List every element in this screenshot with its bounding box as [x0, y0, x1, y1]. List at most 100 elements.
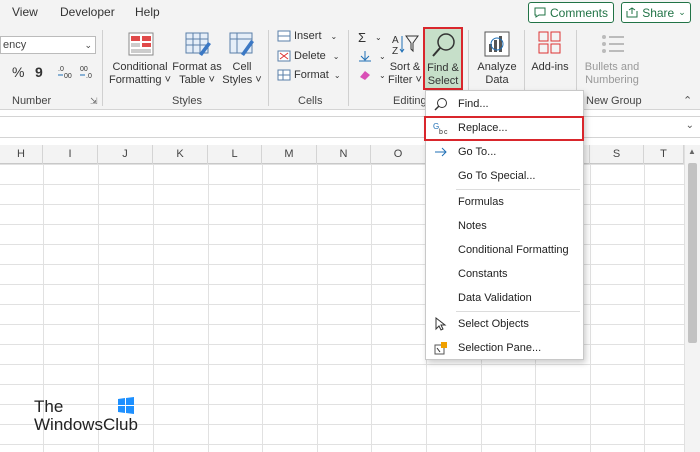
replace-highlight-box: [424, 116, 584, 141]
svg-text:A: A: [392, 35, 399, 46]
menu-item-label: Go To Special...: [458, 170, 536, 182]
bullets-line1: Bullets and: [584, 61, 640, 73]
column-header[interactable]: I: [43, 145, 98, 164]
scroll-thumb[interactable]: [688, 163, 697, 343]
magnifier-icon: [432, 33, 455, 57]
cell-styles-button[interactable]: Cell Styles ˅: [222, 61, 262, 87]
tab-view[interactable]: View: [12, 5, 38, 19]
fill-down-icon: [359, 51, 371, 62]
scroll-up-icon[interactable]: ▲: [688, 147, 696, 156]
chevron-down-icon[interactable]: ⌄: [686, 120, 694, 131]
cell-styles-line2: Styles ˅: [222, 74, 262, 86]
windows-logo-icon: [118, 397, 134, 414]
add-ins-button[interactable]: Add-ins: [528, 61, 572, 74]
column-header[interactable]: S: [590, 145, 644, 164]
cell-styles-line1: Cell: [232, 61, 252, 73]
chevron-down-icon: ⌄: [379, 51, 386, 61]
svg-text:00: 00: [64, 73, 72, 79]
grid-line: [153, 164, 154, 452]
analyze-line1: Analyze: [477, 61, 517, 73]
grid-line: [590, 164, 591, 452]
ribbon-tab-bar: View Developer Help Comments Share ⌄: [0, 0, 700, 26]
menu-item-find[interactable]: Find...: [426, 93, 583, 115]
menu-item-select-objects[interactable]: Select Objects: [426, 313, 583, 335]
dialog-launcher-icon[interactable]: ⇲: [90, 96, 98, 107]
decrease-decimal-button[interactable]: 00.0: [80, 63, 96, 79]
selection-pane-icon: [434, 342, 447, 355]
add-ins-icon: [537, 30, 563, 59]
insert-label: Insert: [294, 30, 322, 42]
menu-item-notes[interactable]: Notes: [426, 215, 583, 237]
clear-button[interactable]: ⌄: [358, 69, 386, 81]
delete-label: Delete: [294, 50, 326, 62]
column-header[interactable]: N: [317, 145, 371, 164]
add-ins-label: Add-ins: [531, 61, 569, 73]
formula-bar[interactable]: ⌄: [0, 116, 700, 138]
grid-line: [644, 164, 645, 452]
sort-filter-icon: AZ: [391, 32, 419, 59]
menu-item-label: Notes: [458, 220, 487, 232]
menu-item-selection-pane[interactable]: Selection Pane...: [426, 337, 583, 359]
conditional-formatting-button[interactable]: Conditional Formatting ˅: [108, 61, 172, 87]
tab-developer[interactable]: Developer: [60, 5, 115, 19]
column-header[interactable]: K: [153, 145, 208, 164]
menu-item-label: Data Validation: [458, 292, 532, 304]
menu-item-label: Conditional Formatting: [458, 244, 569, 256]
chevron-down-icon: ⌄: [678, 7, 686, 17]
grid-line: [208, 164, 209, 452]
delete-cells-button[interactable]: Delete ⌄: [277, 50, 340, 62]
menu-item-label: Selection Pane...: [458, 342, 542, 354]
increase-decimal-button[interactable]: .0 00: [58, 63, 74, 79]
autosum-button[interactable]: Σ ⌄: [358, 30, 382, 45]
decrease-decimal-icon: 00.0: [80, 66, 92, 79]
column-header[interactable]: O: [371, 145, 426, 164]
bullets-line2: Numbering: [585, 74, 639, 86]
column-header[interactable]: T: [644, 145, 684, 164]
conditional-formatting-line1: Conditional: [112, 61, 168, 73]
menu-item-conditional-formatting[interactable]: Conditional Formatting: [426, 239, 583, 261]
percent-style-button[interactable]: %: [12, 64, 24, 80]
menu-item-formulas[interactable]: Formulas: [426, 191, 583, 213]
format-label: Format: [294, 69, 329, 81]
number-format-select[interactable]: ency ⌄: [0, 36, 96, 54]
vertical-scrollbar[interactable]: ▲: [684, 145, 700, 452]
menu-item-label: Go To...: [458, 146, 497, 158]
analyze-data-button[interactable]: Analyze Data: [473, 61, 521, 87]
column-header[interactable]: M: [262, 145, 317, 164]
cursor-icon: [435, 317, 447, 331]
sort-filter-button[interactable]: Sort & Filter ˅: [386, 61, 424, 87]
find-select-button[interactable]: Find & Select ˅: [423, 27, 463, 100]
menu-item-constants[interactable]: Constants: [426, 263, 583, 285]
menu-item-data-validation[interactable]: Data Validation: [426, 287, 583, 309]
grid-line: [371, 164, 372, 452]
sigma-icon: Σ: [358, 30, 367, 45]
group-label-new-group: New Group: [586, 95, 642, 107]
menu-item-label: Find...: [458, 98, 489, 110]
menu-item-label: Select Objects: [458, 318, 529, 330]
comma-style-button[interactable]: 9: [35, 64, 43, 80]
menu-item-label: Formulas: [458, 196, 504, 208]
menu-item-goto-special[interactable]: Go To Special...: [426, 165, 583, 187]
format-as-table-button[interactable]: Format as Table ˅: [171, 61, 223, 87]
collapse-ribbon-icon[interactable]: ⌃: [683, 94, 692, 107]
comments-button[interactable]: Comments: [528, 2, 614, 23]
delete-cells-icon: [277, 50, 291, 62]
format-cells-button[interactable]: Format ⌄: [277, 69, 341, 81]
share-button[interactable]: Share ⌄: [621, 2, 691, 23]
chevron-down-icon: ⌄: [330, 31, 338, 41]
find-select-line1: Find &: [427, 62, 459, 74]
column-header[interactable]: L: [208, 145, 262, 164]
svg-text:.0: .0: [58, 66, 64, 73]
fill-button[interactable]: ⌄: [358, 50, 386, 62]
menu-item-goto[interactable]: Go To...: [426, 141, 583, 163]
comments-label: Comments: [549, 5, 608, 20]
bullets-numbering-button[interactable]: Bullets and Numbering: [584, 61, 640, 87]
group-separator: [268, 30, 269, 106]
tab-help[interactable]: Help: [135, 5, 160, 19]
column-header[interactable]: J: [98, 145, 153, 164]
watermark-line2: WindowsClub: [34, 415, 138, 434]
number-format-value: ency: [3, 39, 27, 51]
insert-cells-button[interactable]: Insert ⌄: [277, 30, 337, 42]
comment-icon: [534, 7, 546, 18]
column-header[interactable]: H: [0, 145, 43, 164]
